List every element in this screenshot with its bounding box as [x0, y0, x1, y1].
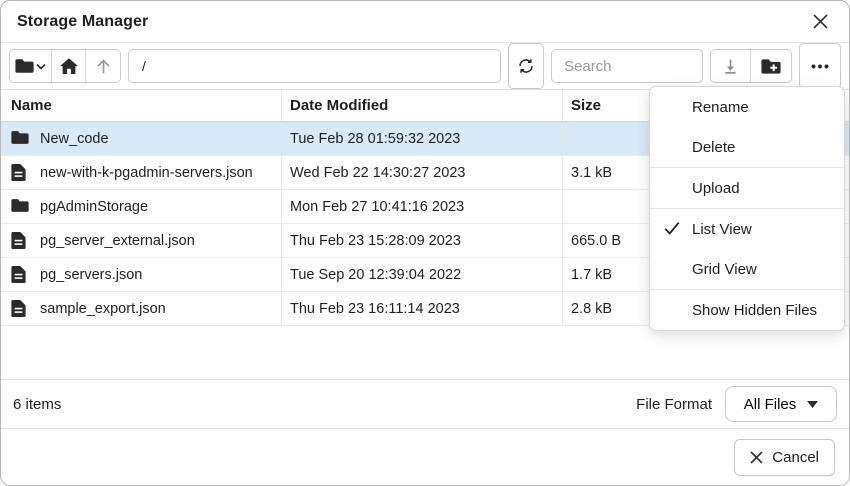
file-format-select[interactable]: All Files: [725, 386, 837, 422]
storage-manager-dialog: Storage Manager: [0, 0, 850, 486]
column-header-date-modified[interactable]: Date Modified: [282, 90, 563, 121]
menu-item-label: Rename: [692, 99, 749, 116]
toolbar: [1, 43, 849, 89]
file-date: Mon Feb 27 10:41:16 2023: [282, 190, 563, 223]
menu-item-rename[interactable]: Rename: [650, 87, 844, 127]
home-icon: [60, 58, 78, 75]
ellipsis-icon: [811, 64, 829, 69]
cancel-button[interactable]: Cancel: [734, 439, 835, 476]
download-button[interactable]: [711, 50, 751, 82]
menu-item-show-hidden-files[interactable]: Show Hidden Files: [650, 290, 844, 330]
select-folder-button[interactable]: [10, 50, 52, 82]
file-date: Tue Feb 28 01:59:32 2023: [282, 122, 563, 155]
folder-icon: [11, 130, 29, 148]
file-name: sample_export.json: [40, 301, 166, 317]
file-icon: [11, 164, 29, 182]
chevron-down-icon: [36, 63, 46, 70]
refresh-button[interactable]: [508, 43, 544, 89]
new-folder-button[interactable]: [751, 50, 791, 82]
menu-item-label: Grid View: [692, 261, 757, 278]
title-bar: Storage Manager: [1, 1, 849, 43]
download-icon: [722, 58, 739, 75]
path-input[interactable]: [128, 49, 501, 83]
file-date: Thu Feb 23 15:28:09 2023: [282, 224, 563, 257]
arrow-up-icon: [95, 58, 112, 75]
folder-icon: [11, 198, 29, 216]
more-options-button[interactable]: [799, 43, 841, 89]
navigation-button-group: [9, 49, 121, 83]
up-directory-button[interactable]: [86, 50, 120, 82]
menu-item-label: List View: [692, 221, 752, 238]
x-icon: [750, 451, 763, 464]
file-ops-button-group: [710, 49, 792, 83]
file-date: Thu Feb 23 16:11:14 2023: [282, 292, 563, 325]
folder-plus-icon: [761, 58, 781, 75]
file-date: Tue Sep 20 12:39:04 2022: [282, 258, 563, 291]
file-name: pg_server_external.json: [40, 233, 195, 249]
file-format-label: File Format: [636, 396, 712, 413]
menu-item-grid-view[interactable]: Grid View: [650, 249, 844, 289]
menu-item-delete[interactable]: Delete: [650, 127, 844, 167]
items-count: 6 items: [13, 396, 61, 413]
options-menu: Rename Delete Upload List View Grid View…: [649, 86, 845, 331]
search-input[interactable]: [551, 49, 703, 83]
menu-item-upload[interactable]: Upload: [650, 168, 844, 208]
caret-down-icon: [807, 401, 818, 408]
file-date: Wed Feb 22 14:30:27 2023: [282, 156, 563, 189]
checkmark-icon: [663, 219, 681, 237]
column-header-name[interactable]: Name: [1, 90, 282, 121]
menu-item-label: Upload: [692, 180, 740, 197]
dialog-title: Storage Manager: [17, 13, 148, 31]
home-button[interactable]: [52, 50, 86, 82]
action-bar: Cancel: [1, 428, 849, 485]
file-format-value: All Files: [744, 396, 797, 413]
menu-item-label: Delete: [692, 139, 735, 156]
menu-item-list-view[interactable]: List View: [650, 209, 844, 249]
status-footer: 6 items File Format All Files: [1, 379, 849, 428]
dialog-close-button[interactable]: [807, 9, 833, 35]
file-name: new-with-k-pgadmin-servers.json: [40, 165, 253, 181]
menu-item-label: Show Hidden Files: [692, 302, 817, 319]
file-name: pg_servers.json: [40, 267, 142, 283]
refresh-icon: [517, 57, 535, 75]
file-name: pgAdminStorage: [40, 199, 148, 215]
folder-icon: [15, 58, 34, 74]
close-icon: [812, 13, 829, 30]
cancel-label: Cancel: [772, 449, 819, 466]
file-icon: [11, 300, 29, 318]
empty-file-area: [1, 326, 849, 379]
file-icon: [11, 232, 29, 250]
file-icon: [11, 266, 29, 284]
file-name: New_code: [40, 131, 109, 147]
